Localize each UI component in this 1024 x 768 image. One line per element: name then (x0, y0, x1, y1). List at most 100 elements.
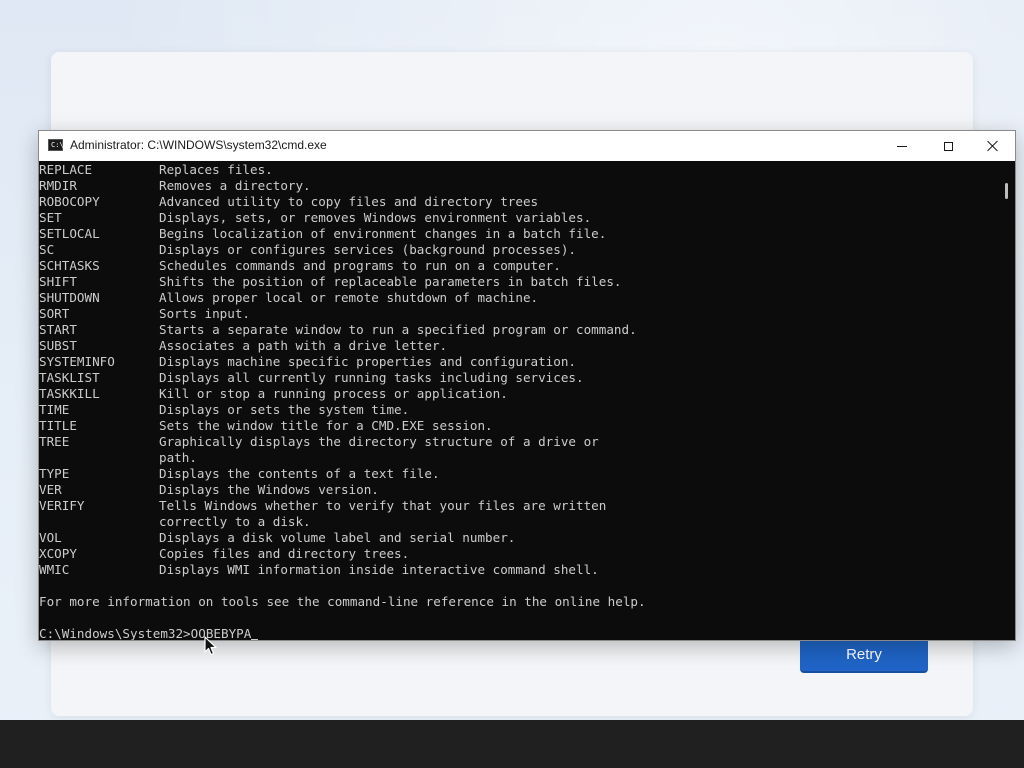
command-row: SHUTDOWN Allows proper local or remote sh… (39, 290, 999, 306)
close-icon (987, 140, 999, 152)
command-row: SET Displays, sets, or removes Windows en… (39, 210, 999, 226)
command-row: SUBST Associates a path with a drive lett… (39, 338, 999, 354)
command-description: Schedules commands and programs to run o… (159, 258, 561, 273)
command-row: TASKKILL Kill or stop a running process o… (39, 386, 999, 402)
command-description: Kill or stop a running process or applic… (159, 386, 508, 401)
command-description: Begins localization of environment chang… (159, 226, 607, 241)
command-row: SORT Sorts input. (39, 306, 999, 322)
command-name (39, 514, 159, 530)
command-name: SCHTASKS (39, 258, 100, 273)
cmd-icon-text: C:\ (51, 141, 64, 149)
retry-button[interactable]: Retry (800, 638, 928, 673)
command-row: START Starts a separate window to run a s… (39, 322, 999, 338)
command-row: correctly to a disk. (39, 514, 999, 530)
command-row: SCHTASKS Schedules commands and programs … (39, 258, 999, 274)
close-button[interactable] (970, 131, 1016, 161)
command-name: START (39, 322, 77, 337)
command-name: SORT (39, 306, 70, 321)
command-name: SUBST (39, 338, 77, 353)
command-description: Sets the window title for a CMD.EXE sess… (159, 418, 493, 433)
command-description: Allows proper local or remote shutdown o… (159, 290, 539, 305)
command-name: SETLOCAL (39, 226, 100, 241)
command-name: TYPE (39, 466, 70, 481)
command-description: Graphically displays the directory struc… (159, 434, 599, 449)
prompt-line[interactable]: C:\Windows\System32> OOBEBYPA (39, 626, 999, 640)
minimize-button[interactable] (879, 131, 925, 161)
command-name: VOL (39, 530, 62, 545)
command-row: WMIC Displays WMI information inside inte… (39, 562, 999, 578)
command-description: Displays the contents of a text file. (159, 466, 440, 481)
command-name: SHUTDOWN (39, 290, 100, 305)
command-row: TREE Graphically displays the directory s… (39, 434, 999, 450)
command-row: VERIFY Tells Windows whether to verify th… (39, 498, 999, 514)
command-name: SHIFT (39, 274, 77, 289)
text-cursor (251, 639, 259, 640)
window-title: Administrator: C:\WINDOWS\system32\cmd.e… (70, 138, 327, 152)
command-row: XCOPY Copies files and directory trees. (39, 546, 999, 562)
command-name: WMIC (39, 562, 70, 577)
command-name: TREE (39, 434, 70, 449)
prompt-path: C:\Windows\System32> (39, 626, 191, 640)
command-name: VER (39, 482, 62, 497)
command-row: SETLOCAL Begins localization of environme… (39, 226, 999, 242)
command-name: TITLE (39, 418, 77, 433)
command-name: SYSTEMINFO (39, 354, 115, 369)
cmd-window[interactable]: C:\ Administrator: C:\WINDOWS\system32\c… (38, 130, 1016, 641)
help-note: For more information on tools see the co… (39, 594, 646, 609)
command-row: TITLE Sets the window title for a CMD.EXE… (39, 418, 999, 434)
command-description: Sorts input. (159, 306, 250, 321)
maximize-icon (943, 141, 953, 151)
command-description: Advanced utility to copy files and direc… (159, 194, 539, 209)
command-row: RMDIR Removes a directory. (39, 178, 999, 194)
command-row: SC Displays or configures services (backg… (39, 242, 999, 258)
command-row: TIME Displays or sets the system time. (39, 402, 999, 418)
command-name (39, 450, 159, 466)
command-description: path. (159, 450, 197, 465)
command-row: REPLACE Replaces files. (39, 162, 999, 178)
command-name: SC (39, 242, 55, 257)
scroll-thumb[interactable] (1005, 183, 1008, 199)
command-row: TASKLIST Displays all currently running t… (39, 370, 999, 386)
command-description: Copies files and directory trees. (159, 546, 410, 561)
command-description: correctly to a disk. (159, 514, 311, 529)
command-description: Displays machine specific properties and… (159, 354, 577, 369)
command-row: VOL Displays a disk volume label and seri… (39, 530, 999, 546)
title-bar[interactable]: C:\ Administrator: C:\WINDOWS\system32\c… (39, 131, 1015, 161)
command-description: Replaces files. (159, 162, 273, 177)
command-description: Starts a separate window to run a specif… (159, 322, 637, 337)
command-name: TASKKILL (39, 386, 100, 401)
command-name: VERIFY (39, 498, 85, 513)
command-description: Displays, sets, or removes Windows envir… (159, 210, 592, 225)
command-row: path. (39, 450, 999, 466)
maximize-button[interactable] (925, 131, 971, 161)
command-name: XCOPY (39, 546, 77, 561)
command-description: Displays the Windows version. (159, 482, 379, 497)
command-description: Displays or configures services (backgro… (159, 242, 577, 257)
console-output[interactable]: REPLACE Replaces files. RMDIR Removes a dir… (39, 162, 999, 640)
command-name: ROBOCOPY (39, 194, 100, 209)
command-name: SET (39, 210, 62, 225)
scrollbar[interactable] (999, 162, 1015, 640)
command-description: Removes a directory. (159, 178, 311, 193)
minimize-icon (897, 145, 907, 147)
taskbar (0, 720, 1024, 768)
command-list: REPLACE Replaces files. RMDIR Removes a dir… (39, 162, 999, 578)
command-description: Displays a disk volume label and serial … (159, 530, 516, 545)
command-name: RMDIR (39, 178, 77, 193)
prompt-input[interactable]: OOBEBYPA (191, 626, 252, 640)
command-name: TIME (39, 402, 70, 417)
command-row: SHIFT Shifts the position of replaceable … (39, 274, 999, 290)
cmd-icon: C:\ (48, 139, 64, 151)
command-name: REPLACE (39, 162, 93, 177)
command-name: TASKLIST (39, 370, 100, 385)
command-row: SYSTEMINFO Displays machine specific prop… (39, 354, 999, 370)
command-description: Displays all currently running tasks inc… (159, 370, 584, 385)
command-description: Displays WMI information inside interact… (159, 562, 599, 577)
mouse-pointer-icon (204, 636, 217, 656)
command-description: Associates a path with a drive letter. (159, 338, 448, 353)
command-row: TYPE Displays the contents of a text file… (39, 466, 999, 482)
command-description: Shifts the position of replaceable param… (159, 274, 622, 289)
command-description: Tells Windows whether to verify that you… (159, 498, 607, 513)
